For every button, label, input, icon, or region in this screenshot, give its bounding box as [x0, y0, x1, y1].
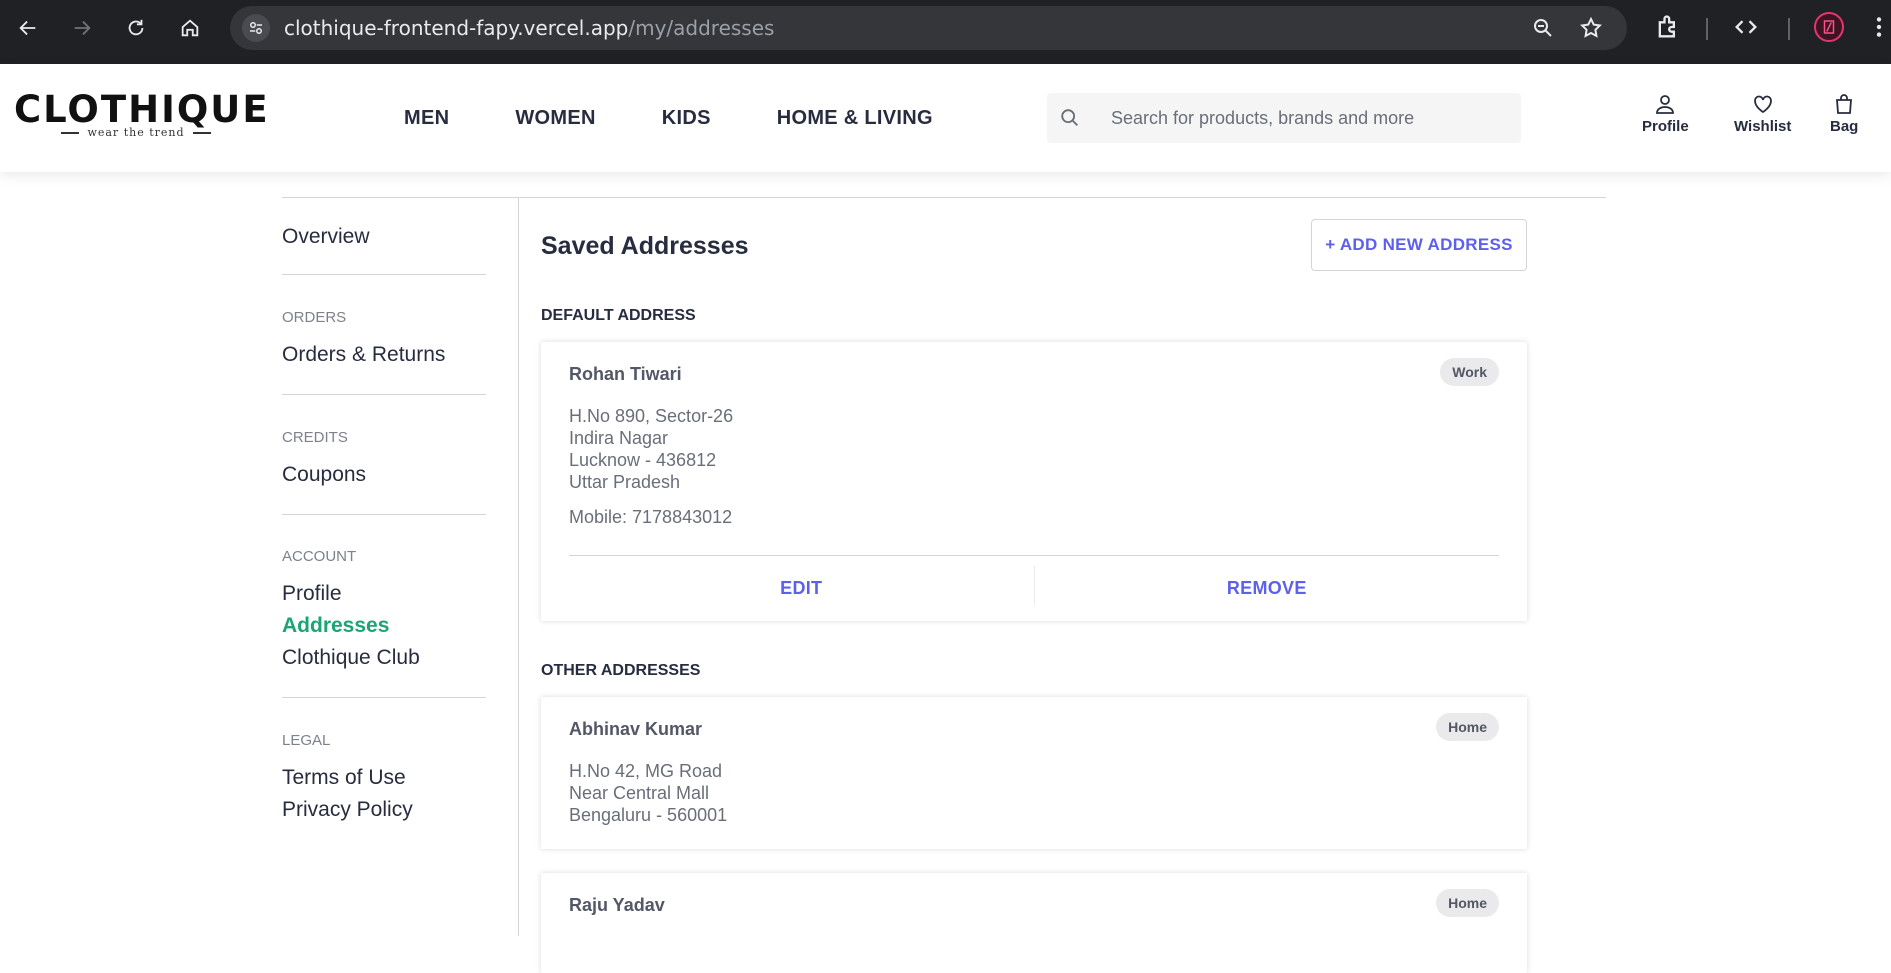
address-lines: H.No 890, Sector-26 Indira Nagar Lucknow…: [569, 405, 733, 493]
address-name: Rohan Tiwari: [569, 364, 682, 384]
bag-action[interactable]: Bag: [1830, 92, 1858, 135]
address-type-badge: Home: [1436, 889, 1499, 917]
address-mobile: Mobile: 7178843012: [569, 507, 733, 527]
profile-action[interactable]: Profile: [1642, 92, 1689, 135]
code-icon[interactable]: [1732, 13, 1760, 46]
nav-home-living[interactable]: HOME & LIVING: [777, 107, 933, 130]
forward-arrow-icon[interactable]: [68, 14, 96, 42]
sidebar-divider: [282, 514, 486, 515]
address-line: H.No 42, MG Road: [569, 761, 723, 781]
url-host: clothique-frontend-fapy.vercel.app: [284, 16, 629, 40]
address-line: H.No 890, Sector-26: [569, 406, 734, 426]
url-text: clothique-frontend-fapy.vercel.app/my/ad…: [284, 6, 774, 50]
sidebar-item-orders-returns[interactable]: Orders & Returns: [282, 343, 445, 367]
profile-label: Profile: [1642, 118, 1689, 135]
default-address-heading: DEFAULT ADDRESS: [541, 307, 696, 324]
address-bar[interactable]: clothique-frontend-fapy.vercel.app/my/ad…: [230, 6, 1627, 50]
back-arrow-icon[interactable]: [14, 14, 42, 42]
sidebar-section-credits: CREDITS: [282, 429, 348, 446]
default-address-card: Rohan Tiwari Work H.No 890, Sector-26 In…: [541, 342, 1527, 621]
wishlist-action[interactable]: Wishlist: [1734, 92, 1791, 135]
sidebar-item-terms[interactable]: Terms of Use: [282, 766, 406, 790]
extensions-icon[interactable]: [1654, 13, 1682, 46]
home-icon[interactable]: [176, 14, 204, 42]
sidebar-divider: [518, 197, 519, 936]
logo-text: CLOTHIQUE: [14, 88, 270, 131]
user-icon: [1656, 95, 1675, 114]
search-bar: [1047, 93, 1521, 143]
profile-avatar[interactable]: [1814, 12, 1844, 42]
sidebar-section-orders: ORDERS: [282, 309, 347, 326]
sidebar-divider: [282, 697, 486, 698]
site-settings-icon[interactable]: [242, 14, 270, 42]
address-type-badge: Home: [1436, 713, 1499, 741]
search-input[interactable]: [1111, 93, 1511, 143]
sidebar-item-privacy[interactable]: Privacy Policy: [282, 798, 413, 822]
main-nav: MEN WOMEN KIDS HOME & LIVING: [404, 64, 999, 172]
logo-tagline: wear the trend: [87, 126, 185, 139]
tagline-rule: [192, 131, 211, 134]
add-new-address-button[interactable]: + ADD NEW ADDRESS: [1311, 219, 1527, 271]
address-type-badge: Work: [1440, 358, 1499, 386]
nav-kids[interactable]: KIDS: [662, 107, 711, 130]
page-title: Saved Addresses: [541, 232, 749, 260]
sidebar-item-overview[interactable]: Overview: [282, 225, 370, 249]
bookmark-star-icon[interactable]: [1579, 16, 1603, 45]
address-name: Abhinav Kumar: [569, 719, 703, 739]
sidebar-section-account: ACCOUNT: [282, 548, 357, 565]
wishlist-label: Wishlist: [1734, 118, 1792, 135]
brand-logo[interactable]: CLOTHIQUE wear the trend: [14, 88, 270, 140]
other-addresses-heading: OTHER ADDRESSES: [541, 662, 701, 679]
kebab-menu-icon[interactable]: [1866, 14, 1891, 45]
address-name: Raju Yadav: [569, 895, 665, 915]
bag-label: Bag: [1830, 118, 1859, 135]
nav-women[interactable]: WOMEN: [515, 107, 595, 130]
toolbar-divider: [1788, 18, 1790, 40]
sidebar-section-legal: LEGAL: [282, 732, 331, 749]
reload-icon[interactable]: [122, 14, 150, 42]
url-path: /my/addresses: [628, 16, 775, 40]
sidebar-divider: [282, 274, 486, 275]
sidebar-item-clothique-club[interactable]: Clothique Club: [282, 646, 420, 670]
browser-toolbar: clothique-frontend-fapy.vercel.app/my/ad…: [0, 0, 1891, 64]
edit-address-button[interactable]: EDIT: [569, 556, 1034, 621]
remove-address-button[interactable]: REMOVE: [1035, 556, 1500, 621]
site-header: CLOTHIQUE wear the trend MEN WOMEN KIDS …: [0, 64, 1891, 172]
sidebar-divider: [282, 394, 486, 395]
sidebar-item-coupons[interactable]: Coupons: [282, 463, 366, 487]
bag-icon: [1836, 94, 1853, 114]
address-line: Bengaluru - 560001: [569, 805, 728, 825]
zoom-icon[interactable]: [1531, 16, 1555, 45]
address-lines: H.No 42, MG Road Near Central Mall Benga…: [569, 760, 727, 826]
address-card[interactable]: Raju Yadav Home: [541, 873, 1527, 973]
tagline-rule: [61, 131, 80, 134]
address-card[interactable]: Abhinav Kumar Home H.No 42, MG Road Near…: [541, 697, 1527, 849]
heart-icon: [1753, 95, 1772, 114]
address-line: Uttar Pradesh: [569, 472, 681, 492]
address-line: Lucknow - 436812: [569, 450, 717, 470]
top-divider: [282, 197, 1606, 198]
search-icon: [1059, 107, 1081, 134]
sidebar-item-addresses[interactable]: Addresses: [282, 614, 389, 638]
address-line: Indira Nagar: [569, 428, 669, 448]
sidebar-item-profile[interactable]: Profile: [282, 582, 342, 606]
address-line: Near Central Mall: [569, 783, 710, 803]
toolbar-divider: [1706, 18, 1708, 40]
address-actions: EDIT REMOVE: [569, 555, 1499, 621]
nav-men[interactable]: MEN: [404, 107, 449, 130]
